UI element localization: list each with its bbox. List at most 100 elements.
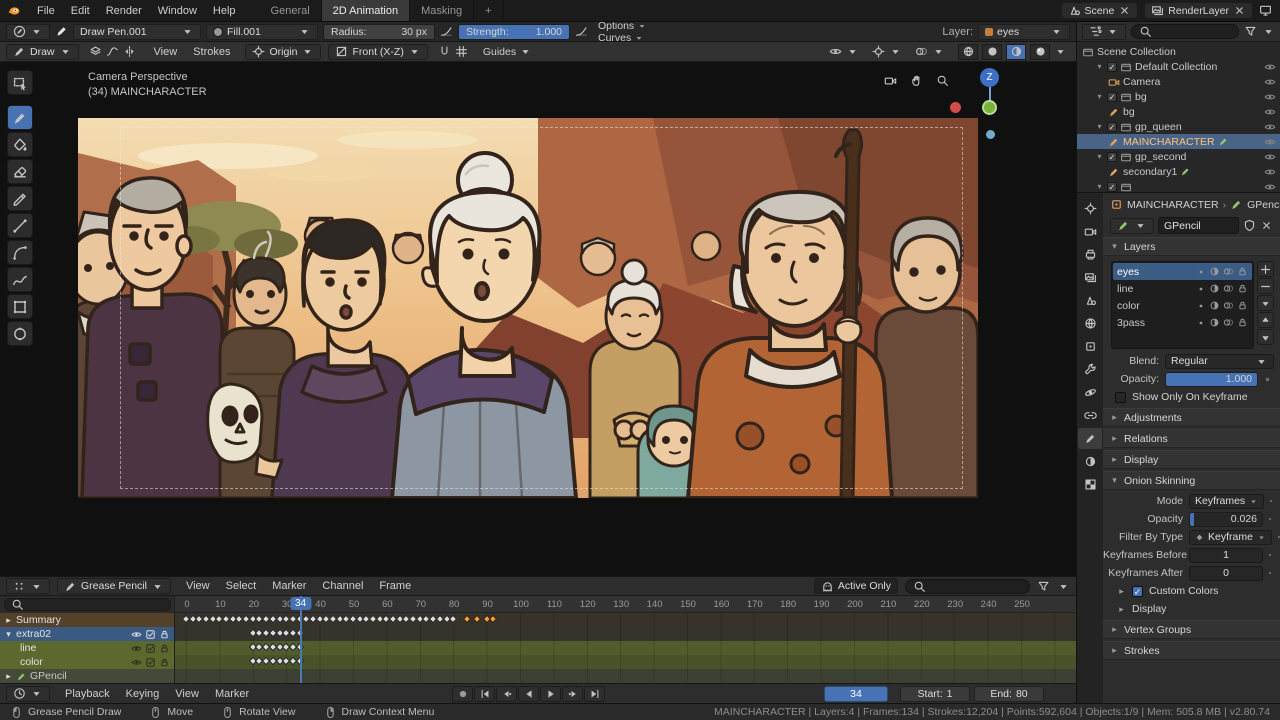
fake-user-icon[interactable]	[1243, 219, 1256, 232]
menu-edit[interactable]: Edit	[63, 0, 98, 21]
layer-lock-icon[interactable]	[1237, 283, 1248, 294]
drawing-plane-dropdown[interactable]: Front (X-Z)	[328, 44, 427, 60]
gp-layer-row-3pass[interactable]: 3pass	[1113, 314, 1252, 331]
channel-line[interactable]: line	[0, 641, 174, 655]
properties-tab-physics[interactable]	[1078, 382, 1102, 403]
chevron-down-icon[interactable]	[846, 45, 859, 58]
number-keyframes-before[interactable]: 1	[1189, 548, 1263, 563]
outliner-row-default-collection[interactable]: ▾✓Default Collection	[1077, 59, 1280, 74]
expand-icon[interactable]: ▾	[4, 629, 13, 640]
tool-cutter[interactable]	[7, 186, 33, 211]
chevron-down-icon[interactable]	[1262, 25, 1275, 38]
playback-menu-marker[interactable]: Marker	[207, 688, 257, 700]
panel-relations[interactable]: ▸Relations	[1103, 429, 1280, 448]
layer-onion-icon[interactable]	[1223, 300, 1234, 311]
outliner-filter-icon[interactable]	[1244, 25, 1257, 38]
layer-onion-icon[interactable]	[1223, 317, 1234, 328]
editor-type-button[interactable]	[6, 24, 50, 40]
layer-channel-dot-icon[interactable]	[1196, 301, 1206, 311]
properties-tab-texture[interactable]	[1078, 474, 1102, 495]
custom-colors-row[interactable]: ▸ ✓ Custom Colors	[1103, 582, 1280, 600]
slider-opacity[interactable]: 0.026	[1189, 512, 1263, 527]
tool-line[interactable]	[7, 213, 33, 238]
gizmo-minus-z-axis[interactable]	[986, 130, 995, 139]
outliner-search-input[interactable]	[1156, 26, 1216, 38]
channel-extra02[interactable]: ▾extra02	[0, 627, 174, 641]
channel-eye-icon[interactable]	[131, 657, 142, 668]
tool-arc[interactable]	[7, 240, 33, 265]
properties-tab-constraint[interactable]	[1078, 405, 1102, 426]
remove-layer-button[interactable]	[1257, 278, 1274, 294]
mirror-icon[interactable]	[123, 45, 136, 58]
channel-lock-icon[interactable]	[159, 643, 170, 654]
expand-icon[interactable]: ▾	[1095, 152, 1104, 161]
brush-dropdown[interactable]: Draw Pen.001	[73, 24, 201, 40]
viewport-menu-strokes[interactable]: Strokes	[185, 46, 238, 58]
viewport-3d[interactable]: Camera Perspective (34) MAINCHARACTER Z	[0, 62, 1076, 576]
workspace-tab-masking[interactable]: Masking	[410, 0, 474, 21]
strength-pressure-icon[interactable]	[575, 25, 588, 38]
layer-onion-icon[interactable]	[1223, 283, 1234, 294]
panel-strokes[interactable]: ▸Strokes	[1103, 641, 1280, 660]
properties-tab-tool[interactable]	[1078, 198, 1102, 219]
add-layer-button[interactable]	[1257, 261, 1274, 277]
scene-selector[interactable]: Scene	[1061, 2, 1139, 19]
channel-summary[interactable]: ▸Summary	[0, 613, 174, 627]
channel-gpencil[interactable]: ▸GPencil	[0, 669, 174, 683]
layer-opacity-slider[interactable]: 1.000	[1165, 372, 1258, 387]
channel-search-box[interactable]	[4, 598, 171, 611]
hide-in-viewport-icon[interactable]	[1264, 76, 1276, 88]
camera-view-icon[interactable]	[884, 74, 897, 87]
dopesheet-menu-channel[interactable]: Channel	[314, 580, 371, 592]
collection-checkbox[interactable]: ✓	[1107, 122, 1117, 132]
layer-mask-icon[interactable]	[1209, 283, 1220, 294]
tool-erase[interactable]	[7, 159, 33, 184]
gp-layer-row-color[interactable]: color	[1113, 297, 1252, 314]
hide-in-viewport-icon[interactable]	[1264, 181, 1276, 193]
properties-tab-data[interactable]	[1078, 428, 1102, 449]
editor-type-dopesheet-button[interactable]	[6, 578, 50, 594]
end-frame-field[interactable]: End:80	[974, 686, 1044, 702]
auto-keying-button[interactable]	[452, 686, 473, 702]
gizmo-z-axis[interactable]: Z	[980, 68, 999, 87]
dopesheet-menu-select[interactable]: Select	[218, 580, 265, 592]
hide-in-viewport-icon[interactable]	[1264, 136, 1276, 148]
dopesheet-mode-dropdown[interactable]: Grease Pencil	[57, 578, 171, 594]
playback-menu-view[interactable]: View	[167, 688, 207, 700]
blender-logo-icon[interactable]	[0, 0, 29, 21]
tool-box[interactable]	[7, 294, 33, 319]
channel-lock-icon[interactable]	[159, 629, 170, 640]
gp-layer-row-line[interactable]: line	[1113, 280, 1252, 297]
properties-tab-world[interactable]	[1078, 313, 1102, 334]
dropdown-mode[interactable]: Keyframes	[1189, 494, 1264, 509]
active-only-toggle[interactable]: Active Only	[814, 578, 898, 594]
gizmo-x-axis[interactable]	[950, 102, 961, 113]
outliner-row-camera[interactable]: Camera	[1077, 74, 1280, 89]
expand-icon[interactable]: ▾	[1095, 122, 1104, 131]
animate-decorator-icon[interactable]	[1267, 497, 1275, 505]
tool-circle[interactable]	[7, 321, 33, 346]
panel-display[interactable]: ▸Display	[1103, 450, 1280, 469]
navigation-gizmo[interactable]: Z	[942, 68, 1032, 144]
layer-lock-icon[interactable]	[1237, 266, 1248, 277]
mode-dropdown[interactable]: Draw	[6, 44, 79, 60]
hide-in-viewport-icon[interactable]	[1264, 61, 1276, 73]
channel-eye-icon[interactable]	[131, 643, 142, 654]
workspace-tab-item[interactable]: +	[474, 0, 503, 21]
datablock-name-field[interactable]: GPencil	[1158, 217, 1239, 234]
shading-solid-button[interactable]	[982, 44, 1002, 60]
play-reverse-button[interactable]	[518, 686, 539, 702]
panel-vertex-groups[interactable]: ▸Vertex Groups	[1103, 620, 1280, 639]
menu-file[interactable]: File	[29, 0, 63, 21]
brush-preview-icon[interactable]	[55, 25, 68, 38]
channel-check-icon[interactable]	[145, 657, 156, 668]
outliner-row-gp-second[interactable]: ▾✓gp_second	[1077, 149, 1280, 164]
shading-wireframe-button[interactable]	[958, 44, 978, 60]
channel-lock-icon[interactable]	[159, 657, 170, 668]
panel-adjustments[interactable]: ▸Adjustments	[1103, 408, 1280, 427]
start-frame-field[interactable]: Start:1	[900, 686, 970, 702]
tool-box-select[interactable]	[7, 70, 33, 95]
collection-checkbox[interactable]: ✓	[1107, 62, 1117, 72]
outliner-row-bg[interactable]: bg	[1077, 104, 1280, 119]
radius-slider[interactable]: Radius:30 px	[323, 24, 435, 40]
